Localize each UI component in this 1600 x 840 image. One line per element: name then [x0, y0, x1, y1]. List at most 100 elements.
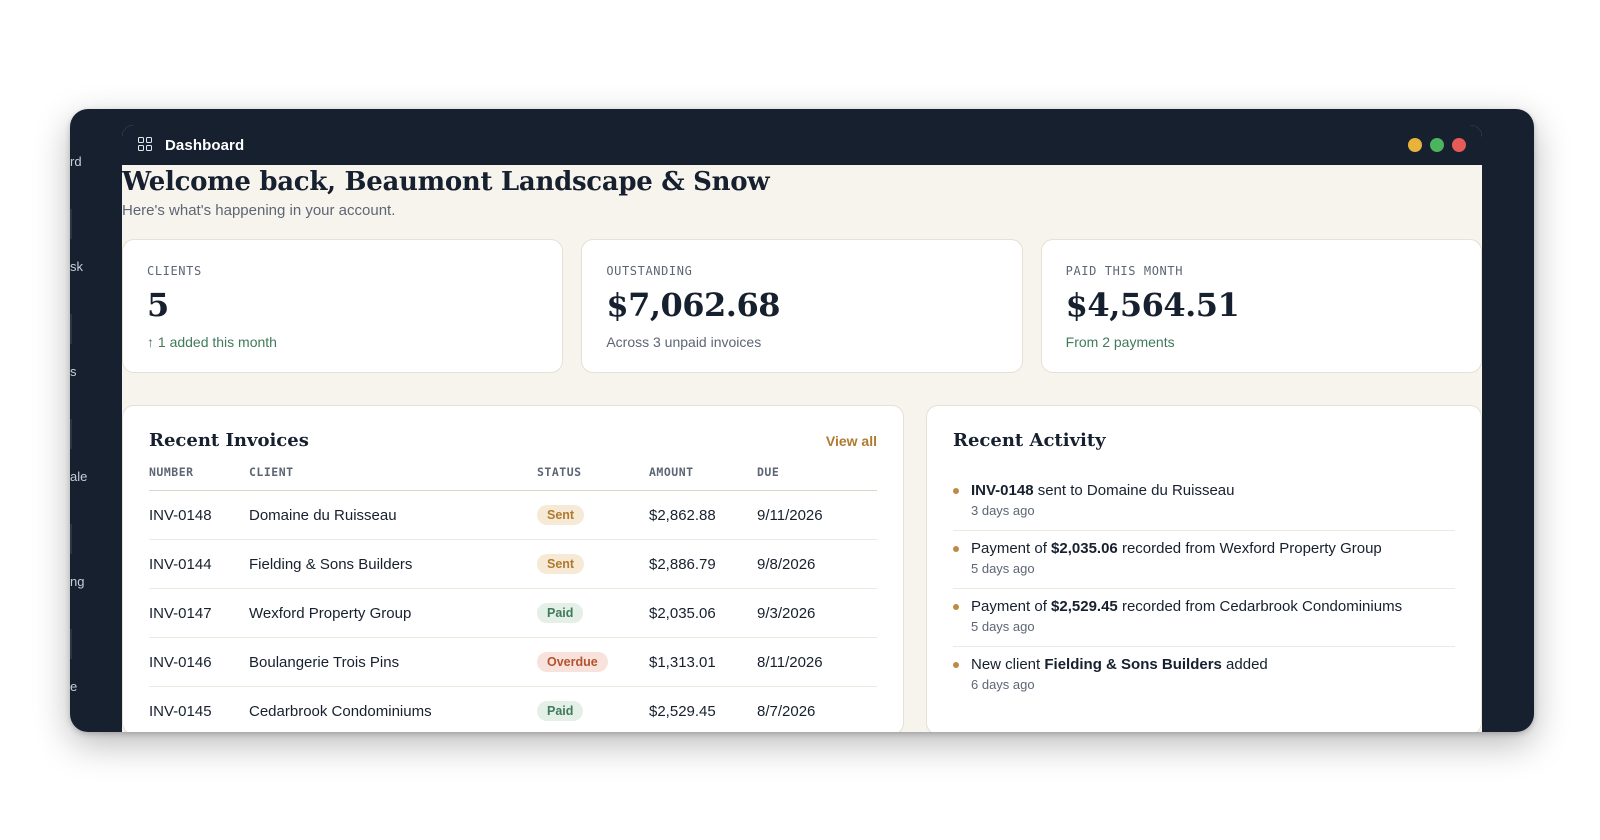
panel-header: Recent Activity [953, 430, 1455, 451]
activity-highlight: INV-0148 [971, 482, 1034, 499]
activity-item: INV-0148 sent to Domaine du Ruisseau 3 da… [953, 473, 1455, 531]
sidebar-divider [70, 209, 72, 239]
invoice-due: 9/8/2026 [757, 539, 877, 589]
column-header[interactable]: DUE [757, 465, 877, 491]
status-cell: Sent [537, 490, 649, 540]
activity-body: Payment of $2,035.06 recorded from Wexfo… [971, 539, 1382, 576]
status-badge: Sent [537, 505, 585, 525]
table-row[interactable]: INV-0145 Cedarbrook Condominiums Paid $2,52… [149, 686, 877, 732]
stat-note: ↑ 1 added this month [147, 334, 277, 350]
bullet-icon [953, 488, 959, 494]
activity-time: 5 days ago [971, 619, 1035, 634]
stats-row: CLIENTS 5 ↑ 1 added this month OUTSTANDI… [122, 239, 1482, 373]
invoice-amount: $1,313.01 [649, 637, 757, 687]
stat-card-paid: PAID THIS MONTH $4,564.51 From 2 payment… [1040, 239, 1482, 373]
sidebar-divider [70, 419, 72, 449]
column-header[interactable]: NUMBER [149, 465, 249, 491]
activity-item: Payment of $2,035.06 recorded from Wexfo… [953, 531, 1455, 589]
invoice-number[interactable]: INV-0146 [149, 637, 249, 687]
title-bar: Dashboard [122, 125, 1482, 165]
sidebar-divider [70, 524, 72, 554]
sidebar-peek: rd sk s ale ng e [70, 109, 122, 732]
close-button[interactable] [1452, 138, 1466, 152]
sidebar-divider [70, 314, 72, 344]
sidebar-item-label[interactable]: rd [70, 154, 82, 169]
invoice-due: 9/3/2026 [757, 588, 877, 638]
stat-value: $4,564.51 [1065, 286, 1240, 324]
invoice-amount: $2,529.45 [649, 686, 757, 732]
stat-label: CLIENTS [147, 264, 202, 278]
invoice-client: Domaine du Ruisseau [249, 490, 537, 540]
maximize-button[interactable] [1430, 138, 1444, 152]
invoice-client: Fielding & Sons Builders [249, 539, 537, 589]
status-badge: Sent [537, 554, 585, 574]
page-title: Welcome back, Beaumont Landscape & Snow [122, 167, 770, 197]
status-badge: Overdue [537, 652, 608, 672]
activity-highlight: $2,529.45 [1051, 598, 1118, 615]
activity-time: 5 days ago [971, 561, 1035, 576]
invoice-amount: $2,886.79 [649, 539, 757, 589]
stat-value: $7,062.68 [606, 286, 780, 324]
invoice-due: 8/11/2026 [757, 637, 877, 687]
status-badge: Paid [537, 603, 584, 623]
stat-value: 5 [147, 286, 169, 324]
dashboard-window: Dashboard Welcome back, Beaumont Landsca… [122, 125, 1482, 732]
activity-text: Payment of $2,529.45 recorded from Cedar… [971, 597, 1402, 617]
activity-list: INV-0148 sent to Domaine du Ruisseau 3 da… [953, 473, 1455, 704]
table-row[interactable]: INV-0146 Boulangerie Trois Pins Overdue $1,… [149, 637, 877, 687]
activity-suffix: sent to Domaine du Ruisseau [1033, 482, 1235, 499]
invoice-amount: $2,862.88 [649, 490, 757, 540]
view-all-link[interactable]: View all [826, 433, 877, 449]
invoices-table: NUMBER CLIENT STATUS AMOUNT DUE INV-0148… [149, 465, 877, 732]
status-cell: Sent [537, 539, 649, 589]
activity-text: Payment of $2,035.06 recorded from Wexfo… [971, 539, 1382, 559]
panel-title: Recent Invoices [149, 430, 309, 451]
activity-text: New client Fielding & Sons Builders adde… [971, 655, 1268, 675]
activity-body: Payment of $2,529.45 recorded from Cedar… [971, 597, 1402, 634]
table-row[interactable]: INV-0144 Fielding & Sons Builders Sent $2,8… [149, 539, 877, 589]
column-header[interactable]: CLIENT [249, 465, 537, 491]
minimize-button[interactable] [1408, 138, 1422, 152]
activity-suffix: recorded from Cedarbrook Condominiums [1117, 598, 1403, 615]
invoice-number[interactable]: INV-0148 [149, 490, 249, 540]
column-header[interactable]: AMOUNT [649, 465, 757, 491]
stat-label: PAID THIS MONTH [1065, 264, 1184, 278]
sidebar-item-label[interactable]: e [70, 679, 77, 694]
status-cell: Paid [537, 686, 649, 732]
invoice-client: Boulangerie Trois Pins [249, 637, 537, 687]
table-header-row: NUMBER CLIENT STATUS AMOUNT DUE [149, 465, 877, 491]
status-cell: Overdue [537, 637, 649, 687]
page-subtitle: Here's what's happening in your account. [122, 202, 396, 219]
activity-body: INV-0148 sent to Domaine du Ruisseau 3 da… [971, 481, 1235, 518]
activity-text: INV-0148 sent to Domaine du Ruisseau [971, 481, 1235, 501]
invoice-number[interactable]: INV-0147 [149, 588, 249, 638]
invoice-amount: $2,035.06 [649, 588, 757, 638]
column-header[interactable]: STATUS [537, 465, 649, 491]
panel-title: Recent Activity [953, 430, 1106, 451]
invoice-client: Cedarbrook Condominiums [249, 686, 537, 732]
window-title: Dashboard [165, 136, 245, 154]
sidebar-item-label[interactable]: ale [70, 469, 87, 484]
activity-prefix: Payment of [971, 598, 1052, 615]
activity-time: 6 days ago [971, 677, 1035, 692]
stat-note: Across 3 unpaid invoices [606, 334, 762, 350]
activity-item: Payment of $2,529.45 recorded from Cedar… [953, 589, 1455, 647]
activity-highlight: $2,035.06 [1051, 540, 1118, 557]
recent-activity-panel: Recent Activity INV-0148 sent to Domaine… [926, 405, 1482, 732]
table-row[interactable]: INV-0148 Domaine du Ruisseau Sent $2,862.88… [149, 490, 877, 540]
activity-suffix: added [1221, 656, 1268, 673]
invoice-number[interactable]: INV-0145 [149, 686, 249, 732]
invoice-number[interactable]: INV-0144 [149, 539, 249, 589]
table-row[interactable]: INV-0147 Wexford Property Group Paid $2,035… [149, 588, 877, 638]
bullet-icon [953, 604, 959, 610]
stat-card-outstanding: OUTSTANDING $7,062.68 Across 3 unpaid in… [581, 239, 1023, 373]
invoice-due: 9/11/2026 [757, 490, 877, 540]
activity-item: New client Fielding & Sons Builders adde… [953, 647, 1455, 704]
sidebar-item-label[interactable]: ng [70, 574, 84, 589]
sidebar-item-label[interactable]: s [70, 364, 77, 379]
panel-header: Recent Invoices View all [149, 430, 877, 451]
recent-invoices-panel: Recent Invoices View all NUMBER CLIENT S… [122, 405, 904, 732]
activity-prefix: New client [971, 656, 1045, 673]
sidebar-item-label[interactable]: sk [70, 259, 83, 274]
bullet-icon [953, 662, 959, 668]
